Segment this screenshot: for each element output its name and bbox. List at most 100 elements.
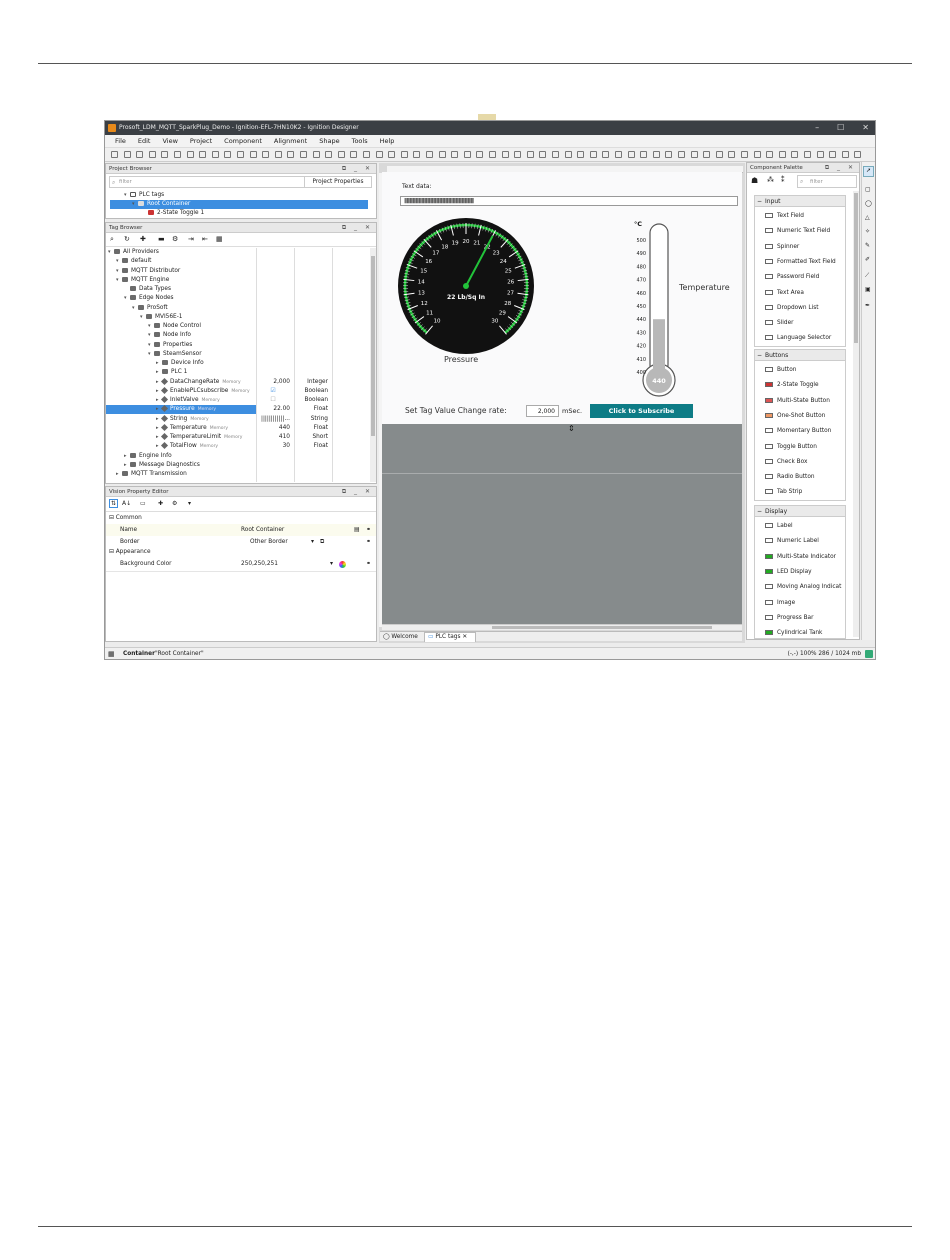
- toolbar-tool-icon[interactable]: [678, 151, 685, 158]
- toolbar-tool-icon[interactable]: [136, 151, 144, 158]
- menu-project[interactable]: Project: [184, 135, 218, 147]
- view-icon[interactable]: ▦: [216, 235, 223, 243]
- palette-item[interactable]: Formatted Text Field: [765, 255, 836, 270]
- delete-icon[interactable]: ▬: [158, 235, 165, 243]
- toolbar-tool-icon[interactable]: [337, 151, 345, 158]
- toolbar-tool-icon[interactable]: [476, 151, 484, 158]
- toolbar-tool-icon[interactable]: [766, 151, 774, 158]
- ellipse-tool-icon[interactable]: ◯: [865, 200, 872, 207]
- toolbar-tool-icon[interactable]: [564, 151, 572, 158]
- toolbar-tool-icon[interactable]: [287, 151, 295, 158]
- palette-item[interactable]: Spinner: [765, 240, 799, 255]
- palette-item[interactable]: Tab Strip: [765, 485, 802, 500]
- toolbar-tool-icon[interactable]: [728, 151, 736, 158]
- palette-item[interactable]: Toggle Button: [765, 440, 817, 455]
- tag-folder-row[interactable]: ▸ PLC 1: [156, 368, 187, 377]
- palette-item[interactable]: Slider: [765, 316, 794, 331]
- library-icon[interactable]: ☗: [751, 176, 758, 185]
- toolbar-tool-icon[interactable]: [262, 151, 270, 158]
- tree-item-root-container[interactable]: ▾ Root Container: [110, 200, 368, 209]
- line-tool-icon[interactable]: ⟋: [865, 272, 869, 280]
- toolbar-tool-icon[interactable]: [841, 151, 849, 158]
- toolbar-tool-icon[interactable]: [451, 151, 459, 158]
- rate-input[interactable]: 2,000: [526, 405, 559, 417]
- toolbar-tool-icon[interactable]: [690, 151, 698, 158]
- menu-view[interactable]: View: [156, 135, 183, 147]
- eyedropper-tool-icon[interactable]: ✒: [865, 302, 870, 309]
- project-filter-input[interactable]: filter ⌕: [109, 176, 305, 188]
- tag-folder-row[interactable]: Data Types: [124, 285, 171, 294]
- tag-folder-row[interactable]: ▾ Properties: [148, 341, 192, 350]
- sort-categorized-icon[interactable]: ⇅: [109, 499, 118, 508]
- toolbar-tool-icon[interactable]: [552, 151, 559, 158]
- prop-row-name[interactable]: Name Root Container ▤ ⚭: [106, 524, 376, 536]
- toolbar-tool-icon[interactable]: [753, 151, 761, 158]
- toolbar-tool-icon[interactable]: [627, 151, 635, 158]
- toolbar-tool-icon[interactable]: [589, 151, 597, 158]
- tag-folder-row[interactable]: ▸ Message Diagnostics: [124, 461, 200, 470]
- toolbar-tool-icon[interactable]: [791, 151, 799, 158]
- palette-item[interactable]: 2-State Toggle: [765, 378, 819, 393]
- polygon-tool-icon[interactable]: △: [865, 214, 870, 221]
- menu-tools[interactable]: Tools: [346, 135, 374, 147]
- palette-filter-input[interactable]: ⌕ filter: [797, 175, 857, 188]
- toolbar-tool-icon[interactable]: [123, 151, 131, 158]
- refresh-icon[interactable]: ↻: [124, 235, 130, 243]
- palette-item[interactable]: Multi-State Button: [765, 394, 830, 409]
- subscribe-button[interactable]: Click to Subscribe: [590, 404, 693, 418]
- palette-section-header[interactable]: Buttons: [755, 350, 845, 361]
- tab-welcome[interactable]: ◯ Welcome: [383, 632, 418, 642]
- palette-section-header[interactable]: Input: [755, 196, 845, 207]
- palette-item[interactable]: Radio Button: [765, 470, 815, 485]
- menu-shape[interactable]: Shape: [313, 135, 345, 147]
- toolbar-tool-icon[interactable]: [400, 151, 408, 158]
- toolbar-tool-icon[interactable]: [652, 151, 660, 158]
- binding-icon[interactable]: ▭: [140, 500, 146, 507]
- maximize-button[interactable]: ☐: [837, 121, 844, 135]
- toolbar-tool-icon[interactable]: [426, 151, 433, 158]
- tag-row[interactable]: ▸ InletValve Memory: [156, 395, 220, 405]
- prop-row-background[interactable]: Background Color 250,250,251 ▾ ⚭: [106, 558, 376, 570]
- palette-item[interactable]: Cylindrical Tank: [765, 626, 822, 641]
- tag-row[interactable]: ▸ TemperatureLimit Memory: [156, 432, 242, 442]
- close-button[interactable]: ✕: [862, 121, 869, 135]
- menu-help[interactable]: Help: [374, 135, 401, 147]
- toolbar-tool-icon[interactable]: [489, 151, 496, 158]
- palette-item[interactable]: Image: [765, 596, 795, 611]
- tag-folder-row[interactable]: ▾ MQTT Distributor: [116, 267, 180, 276]
- import-icon[interactable]: ⇥: [188, 235, 194, 243]
- tag-folder-row[interactable]: ▾ Edge Nodes: [124, 294, 174, 303]
- toolbar-tool-icon[interactable]: [741, 151, 748, 158]
- palette-item[interactable]: Language Selector: [765, 331, 831, 346]
- toolbar-tool-icon[interactable]: [438, 151, 446, 158]
- palette-item[interactable]: Text Field: [765, 209, 804, 224]
- toolbar-tool-icon[interactable]: [526, 151, 534, 158]
- pointer-tool-icon[interactable]: ➚: [863, 166, 874, 177]
- palette-item[interactable]: Numeric Text Field: [765, 224, 830, 239]
- palette-item[interactable]: Password Field: [765, 270, 819, 285]
- toolbar-tool-icon[interactable]: [174, 151, 181, 158]
- prop-row-border[interactable]: Border Other Border ▾ ⧉ ⚭: [106, 536, 376, 548]
- toolbar-tool-icon[interactable]: [715, 151, 723, 158]
- tag-row[interactable]: ▸ TotalFlow Memory: [156, 442, 218, 451]
- toolbar-tool-icon[interactable]: [514, 151, 522, 158]
- tree-item-plc-tags[interactable]: ▾ PLC tags: [124, 191, 164, 200]
- toolbar-tool-icon[interactable]: [186, 151, 194, 158]
- star-tool-icon[interactable]: ✧: [865, 228, 870, 235]
- list-view-icon[interactable]: ⁑: [781, 176, 785, 184]
- toolbar-tool-icon[interactable]: [463, 151, 471, 158]
- sort-alpha-icon[interactable]: A↓: [122, 500, 131, 507]
- toolbar-tool-icon[interactable]: [274, 151, 282, 158]
- filter-icon[interactable]: ▾: [188, 500, 191, 507]
- menu-file[interactable]: File: [109, 135, 132, 147]
- text-data-field[interactable]: ||||||||||||||||||||||||||||||||||||||||…: [400, 196, 738, 206]
- toolbar-tool-icon[interactable]: [615, 151, 622, 158]
- menu-alignment[interactable]: Alignment: [268, 135, 313, 147]
- toolbar-tool-icon[interactable]: [829, 151, 837, 158]
- tag-row[interactable]: ▸ DataChangeRate Memory: [156, 377, 241, 387]
- fill-tool-icon[interactable]: ▣: [865, 286, 871, 293]
- palette-item[interactable]: Text Area: [765, 286, 804, 301]
- tag-row[interactable]: ▸ Temperature Memory: [156, 423, 228, 433]
- toolbar-tool-icon[interactable]: [375, 151, 383, 158]
- tag-row[interactable]: ▸ Pressure Memory: [106, 405, 256, 415]
